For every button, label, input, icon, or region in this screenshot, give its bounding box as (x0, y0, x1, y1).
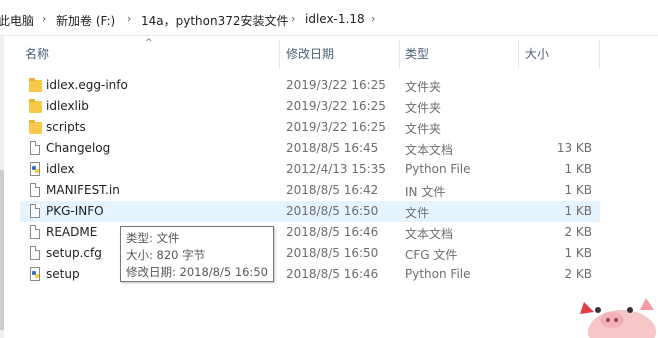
file-name: idlexlib (46, 99, 89, 113)
file-type: CFG 文件 (405, 248, 458, 262)
file-size: 2 KB (564, 225, 592, 239)
file-icon (28, 182, 42, 199)
file-name: README (46, 225, 98, 239)
file-name: setup.cfg (46, 246, 102, 260)
column-header-date[interactable]: 修改日期 (286, 40, 396, 68)
file-name: idlex.egg-info (46, 78, 128, 92)
file-size: 1 KB (564, 204, 592, 218)
file-name: idlex (46, 162, 75, 176)
file-type: IN 文件 (405, 185, 446, 199)
file-type: 文件夹 (405, 101, 442, 115)
left-pane-scrollbar-thumb[interactable] (0, 170, 4, 330)
file-row[interactable]: setup 2018/8/5 16:46 Python File 2 KB (20, 264, 600, 285)
column-divider[interactable] (599, 40, 600, 68)
column-divider[interactable] (518, 40, 519, 68)
file-row[interactable]: README 2018/8/5 16:46 文本文档 2 KB (20, 222, 600, 243)
column-divider[interactable] (279, 40, 280, 68)
file-type: 文件夹 (405, 122, 442, 136)
file-icon (28, 203, 42, 220)
file-date: 2012/4/13 15:35 (286, 162, 386, 176)
chevron-right-icon[interactable]: › (127, 12, 131, 25)
python-file-icon (28, 266, 42, 283)
file-size: 13 KB (556, 141, 592, 155)
file-date: 2018/8/5 16:42 (286, 183, 379, 197)
file-row[interactable]: scripts 2019/3/22 16:25 文件夹 (20, 117, 600, 138)
file-type: 文件夹 (405, 80, 442, 94)
pig-mascot-icon (580, 298, 656, 338)
column-header-size[interactable]: 大小 (525, 40, 595, 68)
file-type: 文本文档 (405, 143, 454, 157)
column-divider[interactable] (399, 40, 400, 68)
chevron-right-icon[interactable]: › (291, 12, 295, 25)
file-row[interactable]: idlex 2012/4/13 15:35 Python File 1 KB (20, 159, 600, 180)
breadcrumb-install-folder[interactable]: 14a，python372安装文件 (141, 12, 289, 29)
file-type: Python File (405, 162, 471, 176)
python-file-icon (28, 161, 42, 178)
breadcrumb-current-folder[interactable]: idlex-1.18 (305, 12, 365, 26)
chevron-right-icon[interactable]: › (42, 12, 46, 25)
tooltip-modified: 修改日期: 2018/8/5 16:50 (126, 265, 268, 279)
file-row[interactable]: idlexlib 2019/3/22 16:25 文件夹 (20, 96, 600, 117)
file-date: 2019/3/22 16:25 (286, 78, 386, 92)
file-date: 2018/8/5 16:45 (286, 141, 379, 155)
text-file-icon (28, 224, 42, 241)
file-type: 文本文档 (405, 227, 454, 241)
file-date: 2018/8/5 16:50 (286, 204, 379, 218)
column-header-type[interactable]: 类型 (405, 40, 515, 68)
file-size: 1 KB (564, 183, 592, 197)
tooltip-type: 类型: 文件 (126, 231, 180, 245)
file-date: 2019/3/22 16:25 (286, 99, 386, 113)
column-header-name[interactable]: 名称 (25, 40, 275, 68)
file-date: 2018/8/5 16:46 (286, 267, 379, 281)
file-name: setup (46, 267, 80, 281)
file-name: scripts (46, 120, 86, 134)
file-date: 2018/8/5 16:50 (286, 246, 379, 260)
file-row[interactable]: MANIFEST.in 2018/8/5 16:42 IN 文件 1 KB (20, 180, 600, 201)
file-name: Changelog (46, 141, 111, 155)
folder-icon (28, 98, 42, 115)
text-file-icon (28, 140, 42, 157)
file-size: 2 KB (564, 267, 592, 281)
file-info-tooltip: 类型: 文件 大小: 820 字节 修改日期: 2018/8/5 16:50 (120, 226, 274, 282)
breadcrumb-this-pc[interactable]: 此电脑 (0, 12, 34, 29)
file-icon (28, 245, 42, 262)
folder-icon (28, 77, 42, 94)
file-date: 2019/3/22 16:25 (286, 120, 386, 134)
file-name: MANIFEST.in (46, 183, 120, 197)
breadcrumb-drive[interactable]: 新加卷 (F:) (56, 12, 115, 29)
tooltip-size: 大小: 820 字节 (126, 248, 206, 262)
file-type: Python File (405, 267, 471, 281)
address-bar[interactable]: 此电脑 › 新加卷 (F:) › 14a，python372安装文件 › idl… (0, 0, 658, 36)
file-row[interactable]: Changelog 2018/8/5 16:45 文本文档 13 KB (20, 138, 600, 159)
file-date: 2018/8/5 16:46 (286, 225, 379, 239)
folder-icon (28, 119, 42, 136)
file-row[interactable]: setup.cfg 2018/8/5 16:50 CFG 文件 1 KB (20, 243, 600, 264)
chevron-right-icon[interactable]: › (371, 12, 375, 25)
file-row-hovered[interactable]: PKG-INFO 2018/8/5 16:50 文件 1 KB (20, 201, 600, 222)
file-name: PKG-INFO (46, 204, 104, 218)
file-type: 文件 (405, 206, 430, 220)
file-row[interactable]: idlex.egg-info 2019/3/22 16:25 文件夹 (20, 75, 600, 96)
file-size: 1 KB (564, 246, 592, 260)
file-size: 1 KB (564, 162, 592, 176)
